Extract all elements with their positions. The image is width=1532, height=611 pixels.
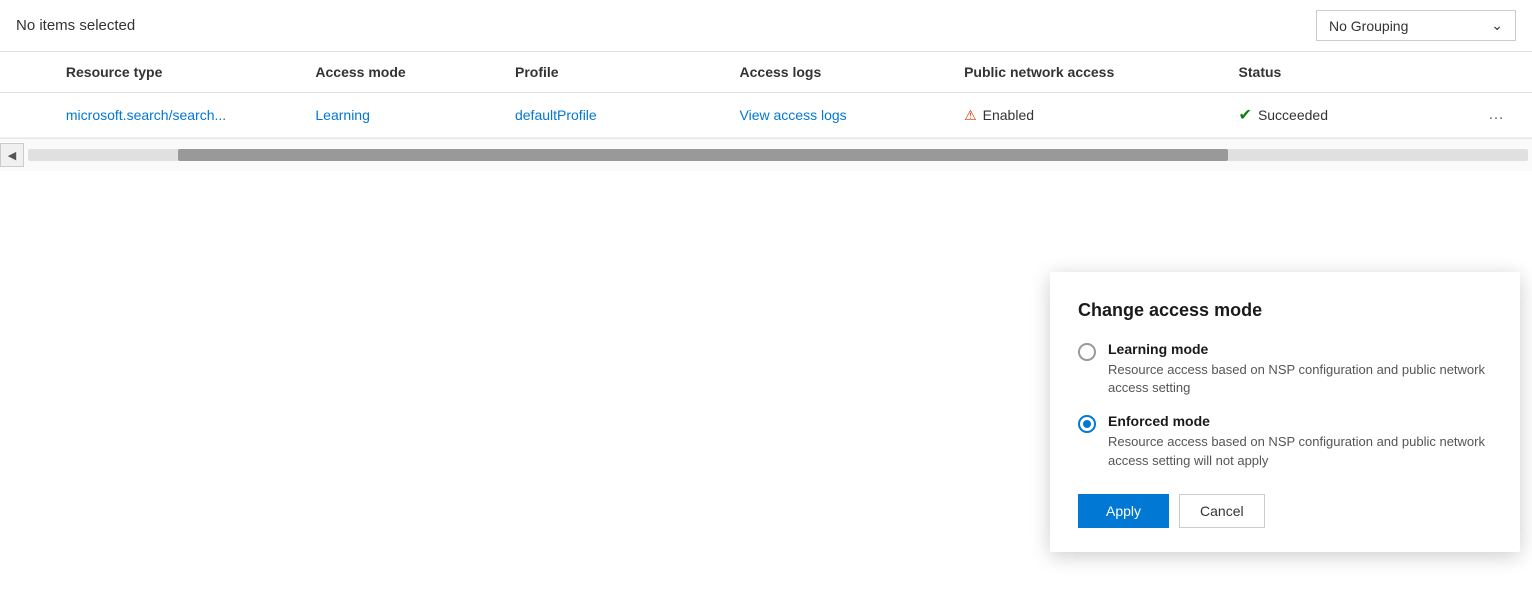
scrollbar-track[interactable] <box>28 149 1528 161</box>
row-more-actions[interactable]: … <box>1472 93 1532 138</box>
col-header-status: Status <box>1223 52 1473 93</box>
col-header-actions <box>1472 52 1532 93</box>
data-table: Resource type Access mode Profile Access… <box>0 52 1532 138</box>
row-status: ✔ Succeeded <box>1223 93 1473 138</box>
apply-button[interactable]: Apply <box>1078 494 1169 528</box>
learning-mode-label-group: Learning mode Resource access based on N… <box>1108 341 1492 397</box>
table-header-row: Resource type Access mode Profile Access… <box>0 52 1532 93</box>
main-area: Resource type Access mode Profile Access… <box>0 52 1532 171</box>
learning-mode-description: Resource access based on NSP configurati… <box>1108 361 1492 397</box>
learning-mode-radio[interactable] <box>1078 343 1096 361</box>
scroll-left-icon: ◀ <box>8 149 16 162</box>
public-network-label: Enabled <box>983 107 1034 123</box>
success-icon: ✔ <box>1239 105 1252 125</box>
popup-title: Change access mode <box>1078 300 1492 321</box>
row-access-mode: Learning <box>299 93 499 138</box>
warning-icon: ⚠ <box>964 107 977 124</box>
public-network-status: ⚠ Enabled <box>964 107 1206 124</box>
change-access-mode-panel: Change access mode Learning mode Resourc… <box>1050 272 1520 552</box>
col-header-access-mode: Access mode <box>299 52 499 93</box>
access-logs-link[interactable]: View access logs <box>740 107 847 123</box>
status-label: Succeeded <box>1258 107 1328 123</box>
row-profile: defaultProfile <box>499 93 724 138</box>
enforced-mode-description: Resource access based on NSP configurati… <box>1108 433 1492 469</box>
col-header-checkbox <box>0 52 50 93</box>
enforced-mode-radio[interactable] <box>1078 415 1096 433</box>
row-resource-type: microsoft.search/search... <box>50 93 300 138</box>
col-header-resource-type: Resource type <box>50 52 300 93</box>
more-actions-icon[interactable]: … <box>1488 106 1504 123</box>
chevron-down-icon: ⌄ <box>1491 17 1503 34</box>
profile-link[interactable]: defaultProfile <box>515 107 597 123</box>
col-header-profile: Profile <box>499 52 724 93</box>
col-header-public-network: Public network access <box>948 52 1222 93</box>
grouping-label: No Grouping <box>1329 18 1408 34</box>
resource-type-link[interactable]: microsoft.search/search... <box>66 107 226 123</box>
scroll-left-button[interactable]: ◀ <box>0 143 24 167</box>
cancel-button[interactable]: Cancel <box>1179 494 1265 528</box>
no-items-label: No items selected <box>16 17 135 34</box>
scrollbar-thumb[interactable] <box>178 149 1228 161</box>
row-access-logs: View access logs <box>724 93 949 138</box>
enforced-mode-label-group: Enforced mode Resource access based on N… <box>1108 413 1492 469</box>
row-public-network: ⚠ Enabled <box>948 93 1222 138</box>
row-checkbox-cell <box>0 93 50 138</box>
scrollbar-container: ◀ <box>0 138 1532 171</box>
learning-mode-option: Learning mode Resource access based on N… <box>1078 341 1492 397</box>
grouping-dropdown[interactable]: No Grouping ⌄ <box>1316 10 1516 41</box>
top-bar: No items selected No Grouping ⌄ <box>0 0 1532 52</box>
enforced-mode-label: Enforced mode <box>1108 413 1492 429</box>
access-mode-link[interactable]: Learning <box>315 107 370 123</box>
enforced-mode-option: Enforced mode Resource access based on N… <box>1078 413 1492 469</box>
learning-mode-label: Learning mode <box>1108 341 1492 357</box>
popup-actions: Apply Cancel <box>1078 494 1492 528</box>
col-header-access-logs: Access logs <box>724 52 949 93</box>
table-row: microsoft.search/search... Learning defa… <box>0 93 1532 138</box>
table-container: Resource type Access mode Profile Access… <box>0 52 1532 138</box>
status-cell: ✔ Succeeded <box>1239 105 1457 125</box>
